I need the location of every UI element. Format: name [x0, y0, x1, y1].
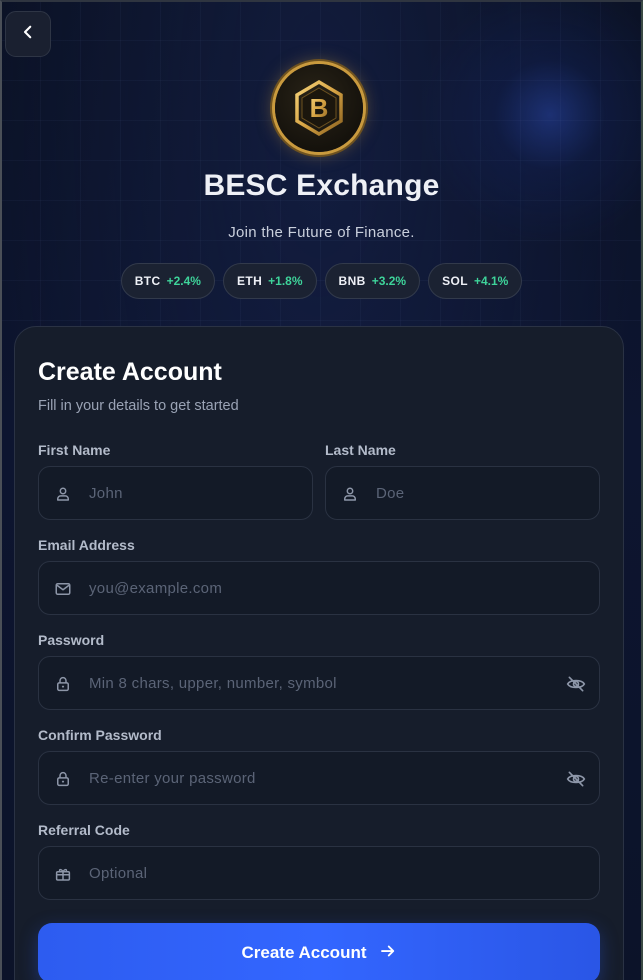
- confirm-password-input[interactable]: [89, 752, 549, 804]
- brand-logo: B: [275, 64, 363, 152]
- gift-icon: [53, 864, 73, 884]
- ticker-change: +3.2%: [371, 274, 407, 288]
- password-label: Password: [38, 632, 105, 648]
- last-name-label: Last Name: [325, 442, 396, 458]
- brand-title: BESC Exchange: [203, 169, 440, 202]
- confirm-password-label: Confirm Password: [38, 727, 162, 743]
- lock-icon: [53, 769, 73, 789]
- first-name-input[interactable]: [89, 467, 262, 519]
- last-name-input[interactable]: [376, 467, 549, 519]
- last-name-field[interactable]: [325, 466, 600, 520]
- ticker-change: +2.4%: [166, 274, 201, 288]
- eye-off-icon[interactable]: [565, 673, 587, 695]
- eye-off-icon[interactable]: [565, 768, 587, 790]
- first-name-field[interactable]: [38, 466, 313, 520]
- ticker-change: +4.1%: [473, 274, 509, 288]
- lock-icon: [53, 674, 73, 694]
- ticker-strip: BTC +2.4% ETH +1.8% BNB +3.2% SOL +4.1%: [0, 263, 643, 299]
- chevron-left-icon: [19, 23, 37, 46]
- ticker-symbol: ETH: [236, 274, 263, 288]
- form-subtitle: Fill in your details to get started: [38, 398, 239, 414]
- email-input[interactable]: [89, 562, 549, 614]
- ticker-pill-eth: ETH +1.8%: [222, 263, 317, 299]
- ticker-symbol: BTC: [134, 274, 161, 288]
- create-account-label: Create Account: [241, 943, 367, 962]
- create-account-button[interactable]: Create Account: [38, 923, 600, 980]
- first-name-label: First Name: [38, 442, 111, 458]
- back-button[interactable]: [5, 11, 51, 57]
- password-input[interactable]: [89, 657, 549, 709]
- referral-label: Referral Code: [38, 822, 130, 838]
- email-field[interactable]: [38, 561, 600, 615]
- hexagon-b-icon: B: [295, 79, 343, 137]
- arrow-right-icon: [379, 942, 397, 965]
- email-label: Email Address: [38, 537, 135, 553]
- form-title: Create Account: [38, 358, 222, 386]
- password-field[interactable]: [38, 656, 600, 710]
- user-icon: [53, 484, 73, 504]
- mail-icon: [53, 579, 73, 599]
- referral-input[interactable]: [89, 847, 549, 899]
- ticker-symbol: BNB: [338, 274, 366, 288]
- ticker-symbol: SOL: [442, 274, 468, 288]
- user-icon: [340, 484, 360, 504]
- ticker-pill-bnb: BNB +3.2%: [324, 263, 421, 299]
- confirm-password-field[interactable]: [38, 751, 600, 805]
- brand-tagline: Join the Future of Finance.: [228, 224, 415, 241]
- ticker-pill-btc: BTC +2.4%: [120, 263, 215, 299]
- ticker-change: +1.8%: [268, 274, 303, 288]
- ticker-pill-sol: SOL +4.1%: [428, 263, 523, 299]
- svg-text:B: B: [310, 93, 329, 123]
- referral-field[interactable]: [38, 846, 600, 900]
